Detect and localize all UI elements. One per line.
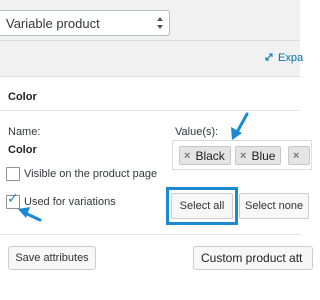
used-for-variations-row[interactable]: ✓ Used for variations xyxy=(6,191,116,209)
visible-on-product-page-label[interactable]: Visible on the product page xyxy=(24,168,157,180)
pointer-arrow-icon xyxy=(231,112,249,140)
product-type-select[interactable]: Variable product xyxy=(0,10,170,36)
name-label: Name: xyxy=(8,126,41,138)
visible-on-product-page-row[interactable]: Visible on the product page xyxy=(6,167,157,181)
expand-link-area[interactable]: Expa xyxy=(265,52,303,64)
save-attributes-button[interactable]: Save attributes xyxy=(8,246,96,270)
used-for-variations-label[interactable]: Used for variations xyxy=(24,196,116,208)
expand-link[interactable]: Expa xyxy=(278,52,303,64)
footer-divider xyxy=(0,234,300,235)
value-tag-blue[interactable]: × Blue xyxy=(235,146,282,165)
attribute-divider xyxy=(0,110,300,111)
expand-icon xyxy=(265,52,273,64)
panel-divider xyxy=(0,76,300,77)
values-label: Value(s): xyxy=(175,126,219,138)
remove-icon[interactable]: × xyxy=(240,150,246,162)
product-type-value: Variable product xyxy=(6,16,100,31)
value-tag-label: Black xyxy=(195,148,225,163)
select-all-button[interactable]: Select all xyxy=(171,193,233,219)
select-arrows-icon xyxy=(155,13,165,33)
select-none-button[interactable]: Select none xyxy=(239,193,309,219)
value-tag-partial[interactable]: × xyxy=(288,146,311,165)
attribute-heading[interactable]: Color xyxy=(8,91,37,103)
remove-icon[interactable]: × xyxy=(293,150,299,162)
checkmark-icon: ✓ xyxy=(7,191,19,207)
visible-on-product-page-checkbox[interactable] xyxy=(6,167,20,181)
custom-attribute-select[interactable]: Custom product att xyxy=(193,246,313,270)
value-tag-black[interactable]: × Black xyxy=(179,146,231,165)
attribute-name-value: Color xyxy=(8,144,37,156)
values-multiselect[interactable]: × Black × Blue × xyxy=(172,140,312,170)
remove-icon[interactable]: × xyxy=(184,150,190,162)
used-for-variations-checkbox[interactable]: ✓ xyxy=(6,191,20,209)
value-tag-label: Blue xyxy=(251,148,276,163)
header-divider xyxy=(0,40,300,41)
